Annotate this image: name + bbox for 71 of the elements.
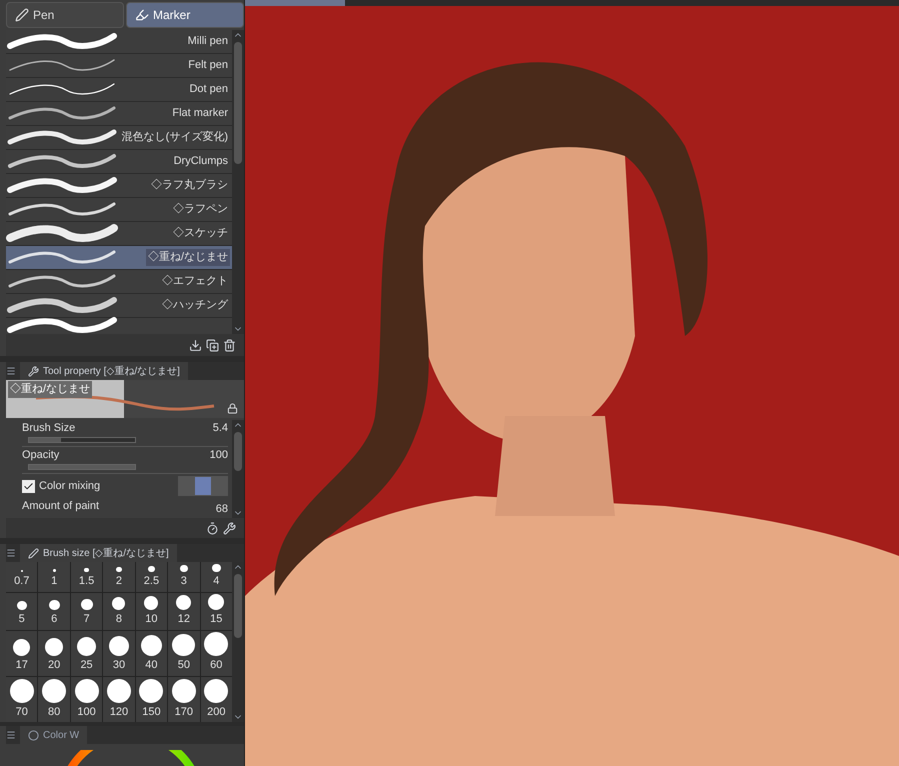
brush-item[interactable]: ◇ラフ丸ブラシ [6, 174, 232, 198]
panel-tab[interactable]: Brush size [◇重ね/なじませ] [20, 544, 177, 562]
stroke-preview-icon [6, 296, 118, 316]
stroke-preview-icon [6, 32, 118, 52]
brush-size-option[interactable]: 3 [168, 562, 200, 592]
panel-tab[interactable]: Tool property [◇重ね/なじませ] [20, 362, 188, 380]
delete-icon [223, 338, 236, 352]
scrollbar[interactable] [232, 420, 244, 518]
panel-tab[interactable]: Color W [20, 726, 88, 744]
pen-icon [15, 8, 29, 22]
marker-icon [135, 8, 149, 22]
brush-size-option[interactable]: 40 [136, 630, 168, 676]
menu-icon [6, 548, 16, 558]
brush-size-option[interactable]: 50 [168, 630, 200, 676]
stroke-preview-icon [6, 316, 118, 334]
lock-icon [227, 403, 238, 414]
property-label: Brush Size [22, 421, 76, 436]
menu-icon [6, 730, 16, 740]
stroke-preview-icon [6, 224, 118, 244]
timer-icon [206, 522, 219, 534]
brush-size-option[interactable]: 30 [103, 630, 135, 676]
wrench-icon [28, 366, 39, 376]
brush-size-option[interactable]: 80 [38, 676, 70, 722]
slider-track[interactable] [28, 436, 136, 442]
circle-icon [28, 730, 39, 740]
property-value: 68 [216, 503, 228, 516]
brush-size-option[interactable]: 8 [103, 592, 135, 630]
brush-size-option[interactable]: 0.7 [6, 562, 38, 592]
brush-size-option[interactable]: 25 [70, 630, 102, 676]
brush-size-option[interactable]: 5 [6, 592, 38, 630]
import-icon [189, 338, 202, 352]
brush-item[interactable]: ◇重ね/なじませ [6, 246, 232, 270]
tool-tab[interactable]: Marker [126, 2, 244, 28]
duplicate-icon [206, 338, 219, 352]
stroke-preview-icon [6, 176, 118, 196]
brush-size-option[interactable]: 170 [168, 676, 200, 722]
property-value: 100 [210, 448, 228, 463]
brush-size-option[interactable]: 6 [38, 592, 70, 630]
brush-size-option[interactable]: 4 [200, 562, 232, 592]
brush-size-option[interactable]: 10 [136, 592, 168, 630]
brush-size-option[interactable]: 60 [200, 630, 232, 676]
brush-size-option[interactable]: 17 [6, 630, 38, 676]
tool-tab[interactable]: Pen [6, 2, 124, 28]
brush-size-option[interactable]: 200 [200, 676, 232, 722]
brush-size-option[interactable]: 120 [103, 676, 135, 722]
brush-size-option[interactable]: 150 [136, 676, 168, 722]
property-label: Color mixing [39, 478, 100, 494]
brush-size-option[interactable]: 1.5 [70, 562, 102, 592]
brush-item[interactable]: ◇スケッチ [6, 222, 232, 246]
scrollbar[interactable] [232, 30, 244, 334]
property-label: Opacity [22, 448, 60, 463]
brush-size-option[interactable]: 15 [200, 592, 232, 630]
property-value: 5.4 [212, 421, 228, 436]
brush-size-option[interactable]: 100 [70, 676, 102, 722]
brush-size-option[interactable]: 7 [70, 592, 102, 630]
menu-icon [6, 366, 16, 376]
brush-size-option[interactable]: 70 [6, 676, 38, 722]
stroke-preview-icon [6, 128, 118, 148]
settings-icon [223, 522, 236, 534]
checkbox[interactable] [22, 480, 35, 492]
brush-size-option[interactable]: 2.5 [136, 562, 168, 592]
brush-item[interactable]: ◇ハッチング [6, 294, 232, 318]
preview-label: ◇重ね/なじませ [8, 381, 92, 398]
brush-size-option[interactable]: 12 [168, 592, 200, 630]
brush-size-option[interactable]: 2 [103, 562, 135, 592]
property-label: Amount of paint [22, 499, 100, 514]
color-wheel-drawing[interactable] [66, 750, 196, 766]
brush-size-option[interactable]: 20 [38, 630, 70, 676]
brush-item[interactable]: Milli pen [6, 30, 232, 54]
brush-size-option[interactable]: 1 [38, 562, 70, 592]
pen-icon [28, 548, 39, 558]
